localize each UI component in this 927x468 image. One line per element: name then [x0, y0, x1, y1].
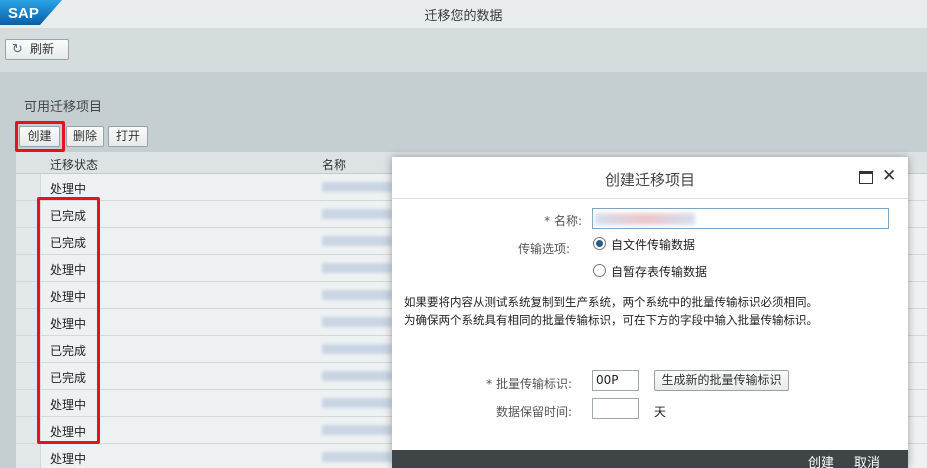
row-name-redacted — [322, 182, 392, 192]
name-field[interactable] — [592, 208, 889, 229]
name-value-redacted — [595, 213, 695, 225]
retention-days-input[interactable] — [592, 398, 639, 419]
shell-bar: SAP 迁移您的数据 — [0, 0, 927, 28]
section-title: 可用迁移项目 — [24, 100, 103, 115]
row-name-redacted — [322, 371, 392, 381]
row-name-redacted — [322, 452, 392, 462]
refresh-label: 刷新 — [30, 42, 55, 56]
mass-transfer-label: * 批量传输标识: — [486, 377, 572, 391]
generate-mass-transfer-id-button[interactable]: 生成新的批量传输标识 — [654, 370, 789, 391]
toolbar: ↻ 刷新 — [0, 28, 927, 72]
column-header-status[interactable]: 迁移状态 — [50, 156, 98, 173]
dialog-footer: 创建 取消 — [392, 450, 908, 468]
create-highlight-box — [15, 121, 65, 152]
row-selector[interactable] — [16, 174, 41, 200]
retention-label: 数据保留时间: — [495, 405, 572, 419]
row-selector[interactable] — [16, 444, 41, 468]
create-migration-dialog: 创建迁移项目 ✕ * 名称: 传输选项: 自文件传输数据 自暂存表传输数据 如果… — [392, 157, 908, 468]
description-line-2: 为确保两个系统具有相同的批量传输标识，可在下方的字段中输入批量传输标识。 — [404, 313, 818, 327]
radio-staging-transfer[interactable] — [593, 264, 606, 277]
open-button[interactable]: 打开 — [108, 126, 148, 147]
page-title: 迁移您的数据 — [424, 9, 503, 24]
row-name-redacted — [322, 263, 392, 273]
retention-unit: 天 — [654, 405, 667, 419]
footer-create-button[interactable]: 创建 — [808, 452, 834, 468]
refresh-button[interactable]: ↻ 刷新 — [5, 39, 69, 60]
row-name-redacted — [322, 290, 392, 300]
row-status: 处理中 — [50, 452, 87, 466]
row-name-redacted — [322, 236, 392, 246]
row-status: 处理中 — [50, 182, 87, 196]
radio-staging-transfer-label[interactable]: 自暂存表传输数据 — [611, 263, 707, 280]
row-name-redacted — [322, 425, 392, 435]
footer-cancel-button[interactable]: 取消 — [854, 452, 880, 468]
transfer-option-label: 传输选项: — [517, 242, 570, 256]
mass-transfer-id-input[interactable]: 00P — [592, 370, 639, 391]
column-header-name[interactable]: 名称 — [322, 156, 346, 173]
delete-button[interactable]: 删除 — [66, 126, 104, 147]
row-name-redacted — [322, 398, 392, 408]
close-icon[interactable]: ✕ — [882, 167, 896, 185]
row-name-redacted — [322, 317, 392, 327]
maximize-icon[interactable] — [859, 171, 873, 184]
radio-file-transfer-label[interactable]: 自文件传输数据 — [611, 236, 695, 253]
name-label: * 名称: — [544, 214, 582, 228]
row-name-redacted — [322, 209, 392, 219]
dialog-header: 创建迁移项目 ✕ — [392, 157, 908, 199]
radio-file-transfer[interactable] — [593, 237, 606, 250]
row-name-redacted — [322, 344, 392, 354]
status-highlight-box — [37, 197, 100, 444]
refresh-icon: ↻ — [12, 42, 23, 57]
description-line-1: 如果要将内容从测试系统复制到生产系统，两个系统中的批量传输标识必须相同。 — [404, 295, 818, 309]
dialog-title: 创建迁移项目 — [604, 171, 695, 189]
